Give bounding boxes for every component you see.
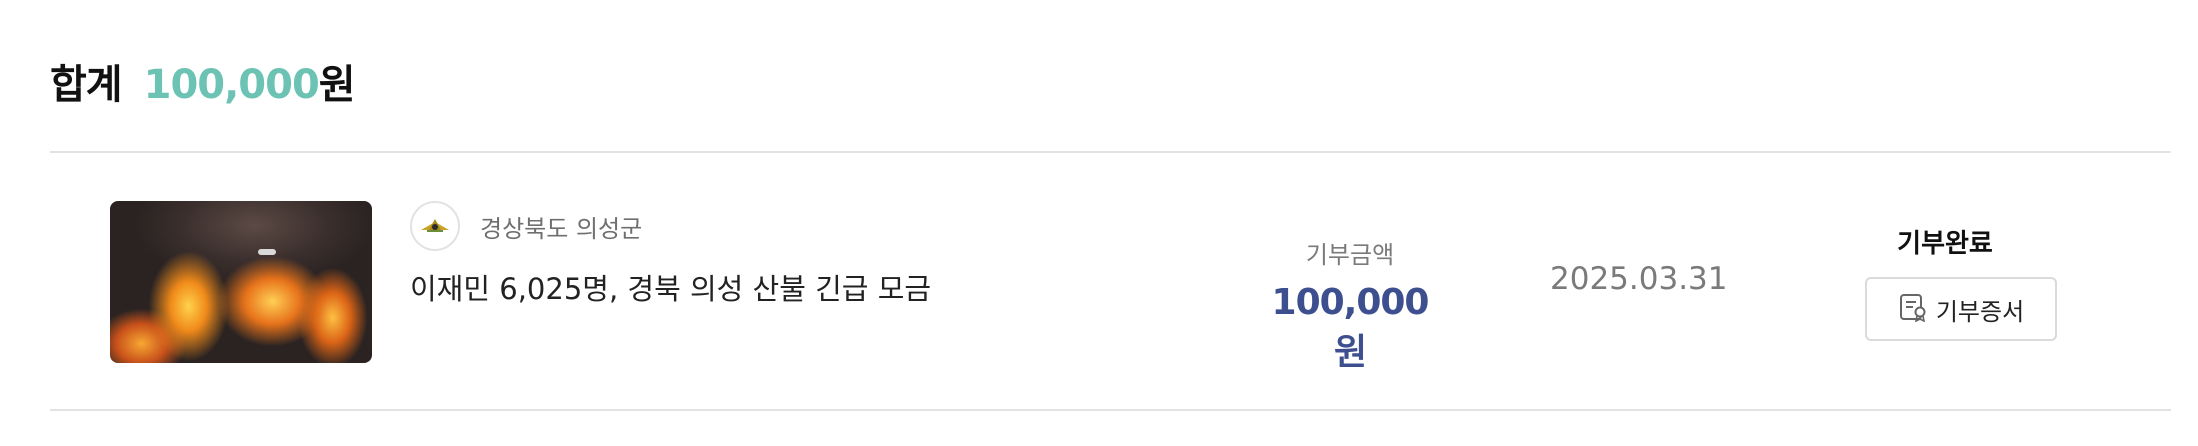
amount-value: 100,000원 — [1271, 282, 1430, 373]
certificate-icon — [1898, 292, 1928, 326]
campaign-title[interactable]: 이재민 6,025명, 경북 의성 산불 긴급 모금 — [410, 266, 931, 308]
organization: 경상북도 의성군 — [410, 201, 642, 251]
donation-amount: 기부금액 100,000원 — [1260, 235, 1440, 375]
donation-status: 기부완료 — [1845, 223, 2045, 260]
total-unit: 원 — [318, 62, 356, 108]
amount-label: 기부금액 — [1305, 241, 1395, 269]
certificate-button-label: 기부증서 — [1935, 297, 2025, 326]
organization-name: 경상북도 의성군 — [480, 214, 643, 243]
total-label: 합계 — [50, 62, 123, 108]
donation-row: 경상북도 의성군 이재민 6,025명, 경북 의성 산불 긴급 모금 기부금액… — [50, 153, 2171, 409]
divider-bottom — [50, 409, 2171, 411]
county-emblem-icon — [410, 201, 460, 251]
helicopter-shape — [258, 249, 276, 255]
certificate-button[interactable]: 기부증서 — [1865, 277, 2057, 341]
donation-total: 합계 100,000 원 — [50, 52, 356, 110]
status-label: 기부완료 — [1897, 229, 1993, 259]
total-amount: 100,000 — [143, 62, 320, 108]
donation-date: 2025.03.31 — [1550, 261, 1728, 297]
campaign-thumbnail[interactable] — [110, 201, 372, 363]
